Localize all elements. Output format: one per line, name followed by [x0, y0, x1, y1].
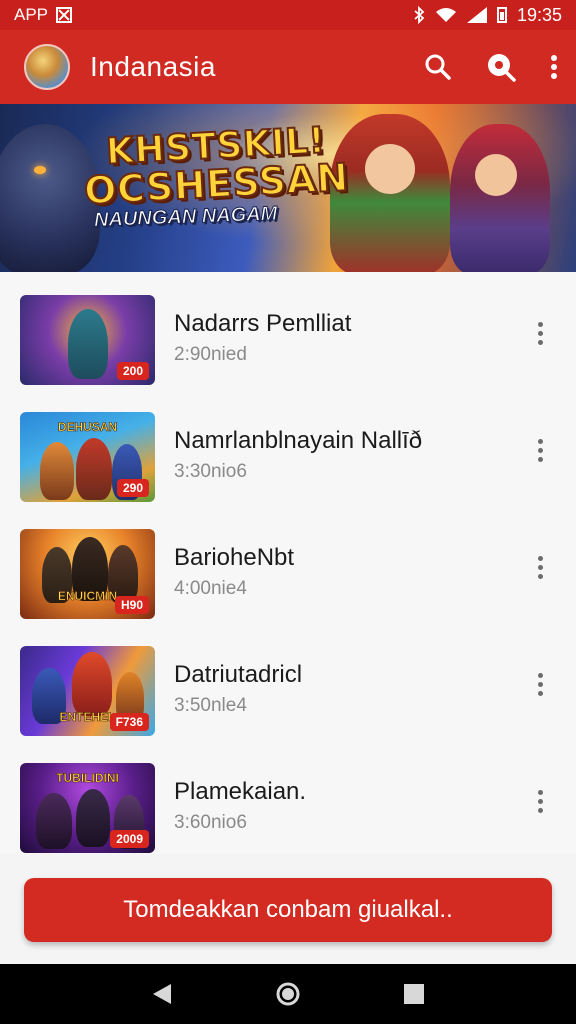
thumbnail-character: [68, 309, 108, 379]
list-item[interactable]: 200 Nadarrs Pemlliat 2:90nied: [0, 272, 576, 388]
back-icon[interactable]: [151, 982, 173, 1006]
thumbnail-character: [72, 652, 112, 716]
thumbnail-label: TUBILIDINI: [56, 771, 119, 786]
content-list: 200 Nadarrs Pemlliat 2:90nied DEHUSAN 29…: [0, 272, 576, 854]
item-badge: 290: [116, 479, 149, 497]
item-title: BarioheNbt: [174, 544, 295, 571]
thumbnail-character: [76, 789, 110, 847]
item-meta: 2:90nied: [174, 344, 247, 365]
item-badge: 2009: [110, 830, 149, 848]
search-icon[interactable]: [424, 53, 452, 81]
bottom-action-area: Tomdeakkan conbam giualkal..: [0, 854, 576, 964]
item-meta: 3:50nle4: [174, 695, 247, 716]
item-more-icon[interactable]: [532, 439, 548, 465]
notification-icon: [56, 7, 73, 23]
explore-icon[interactable]: [486, 52, 516, 82]
banner-hero-face: [365, 144, 415, 194]
bluetooth-icon: [414, 6, 425, 24]
banner-monster-eye: [34, 166, 46, 174]
list-item[interactable]: TUBILIDINI 2009 Plamekaian. 3:60nio6: [0, 740, 576, 854]
status-bar: APP 19:35: [0, 0, 576, 30]
item-thumbnail[interactable]: ENUICMIN H90: [20, 529, 155, 619]
list-item[interactable]: ENUICMIN H90 BarioheNbt 4:00nie4: [0, 506, 576, 622]
thumbnail-character: [76, 438, 112, 500]
recents-icon[interactable]: [403, 983, 425, 1005]
item-more-icon[interactable]: [532, 556, 548, 582]
item-thumbnail[interactable]: ENTEHEL F736: [20, 646, 155, 736]
item-badge: 200: [116, 362, 149, 380]
item-badge: H90: [114, 596, 149, 614]
banner-hero2-art: [450, 124, 550, 272]
banner-hero2-face: [475, 154, 517, 196]
more-vert-icon[interactable]: [550, 54, 558, 80]
item-thumbnail[interactable]: TUBILIDINI 2009: [20, 763, 155, 853]
item-thumbnail[interactable]: 200: [20, 295, 155, 385]
status-time: 19:35: [516, 4, 562, 25]
item-badge: F736: [109, 713, 149, 731]
item-meta: 3:30nio6: [174, 461, 247, 482]
item-meta: 3:60nio6: [174, 812, 247, 833]
status-app-label: APP: [14, 5, 49, 24]
thumbnail-character: [36, 793, 72, 849]
wifi-icon: [435, 8, 456, 22]
item-more-icon[interactable]: [532, 673, 548, 699]
battery-icon: [496, 7, 507, 23]
item-title: Namrlanblnayain Nallīð: [174, 427, 423, 454]
item-more-icon[interactable]: [532, 322, 548, 348]
item-meta: 4:00nie4: [174, 578, 247, 599]
item-more-icon[interactable]: [532, 790, 548, 816]
thumbnail-character: [40, 442, 74, 500]
item-title: Nadarrs Pemlliat: [174, 310, 352, 337]
item-thumbnail[interactable]: DEHUSAN 290: [20, 412, 155, 502]
item-title: Datriutadricl: [174, 661, 303, 688]
signal-icon: [466, 7, 487, 23]
hero-banner[interactable]: KHSTSKIL! OCSHESSAN NAUNGAN NAGAM: [0, 104, 576, 272]
app-avatar[interactable]: [24, 44, 70, 90]
item-title: Plamekaian.: [174, 778, 307, 805]
primary-action-button[interactable]: Tomdeakkan conbam giualkal..: [24, 878, 552, 942]
app-bar: Indanasia: [0, 30, 576, 104]
list-item[interactable]: ENTEHEL F736 Datriutadricl 3:50nle4: [0, 623, 576, 739]
system-nav-bar: [0, 964, 576, 1024]
list-item[interactable]: DEHUSAN 290 Namrlanblnayain Nallīð 3:30n…: [0, 389, 576, 505]
thumbnail-label: DEHUSAN: [57, 420, 118, 435]
app-title: Indanasia: [90, 51, 216, 82]
home-icon[interactable]: [275, 981, 301, 1007]
